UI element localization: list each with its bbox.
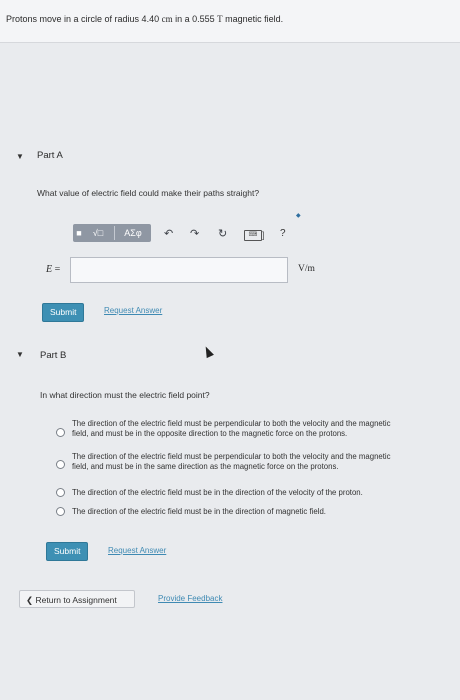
- math-toolbar: ■ √□ AΣφ: [73, 224, 151, 242]
- option-text-line: The direction of the electric field must…: [72, 488, 363, 497]
- redo-icon[interactable]: ↷: [190, 227, 199, 240]
- reset-icon[interactable]: ↻: [218, 227, 227, 240]
- radius-unit: cm: [161, 14, 173, 24]
- option-text-line: The direction of the electric field must…: [72, 419, 391, 428]
- option-2-label[interactable]: The direction of the electric field must…: [72, 452, 450, 472]
- variable-symbol: E: [46, 264, 53, 275]
- unit-label: V/m: [298, 264, 315, 274]
- option-3-label[interactable]: The direction of the electric field must…: [72, 488, 450, 498]
- option-1-label[interactable]: The direction of the electric field must…: [72, 419, 450, 439]
- electric-field-answer-input[interactable]: [70, 257, 288, 283]
- part-b-collapse-toggle-icon[interactable]: ▼: [16, 350, 24, 359]
- problem-text-part: in a 0.555: [172, 14, 218, 24]
- option-text-line: The direction of the electric field must…: [72, 507, 326, 516]
- mouse-cursor-icon: [202, 344, 214, 359]
- part-a-submit-button[interactable]: Submit: [42, 303, 85, 322]
- keyboard-icon[interactable]: ⌨: [244, 230, 262, 241]
- equals-sign: =: [54, 264, 61, 275]
- part-a-request-answer-link[interactable]: Request Answer: [104, 306, 162, 315]
- option-1-radio[interactable]: [56, 428, 65, 437]
- part-b-question: In what direction must the electric fiel…: [40, 390, 210, 400]
- return-label: Return to Assignment: [35, 595, 117, 605]
- problem-statement: Protons move in a circle of radius 4.40 …: [6, 14, 283, 24]
- problem-text-part: Protons move in a circle of radius 4.40: [6, 14, 162, 24]
- part-a-question: What value of electric field could make …: [37, 188, 260, 198]
- option-text-line: field, and must be in the opposite direc…: [72, 429, 348, 438]
- option-4-label[interactable]: The direction of the electric field must…: [72, 507, 450, 517]
- part-b-request-answer-link[interactable]: Request Answer: [108, 546, 166, 555]
- provide-feedback-link[interactable]: Provide Feedback: [158, 594, 222, 603]
- part-a-title[interactable]: Part A: [37, 150, 63, 161]
- chevron-left-icon: ❮: [26, 595, 34, 605]
- problem-text-part: magnetic field.: [222, 14, 284, 24]
- option-3-radio[interactable]: [56, 488, 65, 497]
- return-to-assignment-button[interactable]: ❮ Return to Assignment: [19, 590, 135, 608]
- option-text-line: field, and must be in the same direction…: [72, 462, 339, 471]
- sqrt-template-button[interactable]: √□: [84, 224, 112, 242]
- part-b-submit-button[interactable]: Submit: [46, 542, 89, 561]
- electric-field-label: E =: [46, 264, 60, 275]
- undo-icon[interactable]: ↶: [164, 227, 173, 240]
- help-button[interactable]: ?: [280, 228, 286, 239]
- pointer-marker-icon: ◆: [296, 213, 301, 219]
- part-a-collapse-toggle-icon[interactable]: ▼: [16, 152, 24, 161]
- keyboard-shortcut-icon[interactable]: ]: [262, 230, 265, 240]
- part-b-title[interactable]: Part B: [40, 350, 66, 361]
- greek-symbols-button[interactable]: AΣφ: [116, 224, 150, 242]
- option-text-line: The direction of the electric field must…: [72, 452, 391, 461]
- problem-statement-bar: Protons move in a circle of radius 4.40 …: [0, 0, 460, 43]
- option-2-radio[interactable]: [56, 460, 65, 469]
- option-4-radio[interactable]: [56, 507, 65, 516]
- template-square-icon[interactable]: ■: [75, 224, 83, 242]
